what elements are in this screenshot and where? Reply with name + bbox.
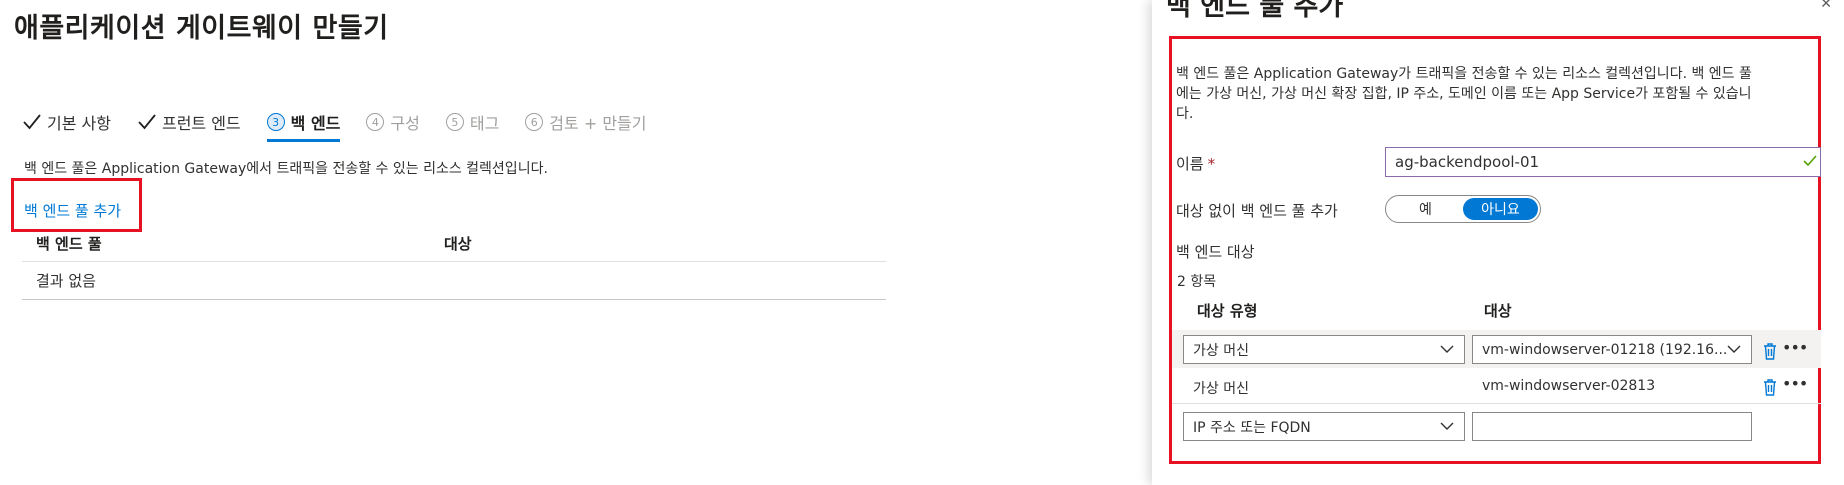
check-icon bbox=[23, 114, 41, 130]
panel-description-line: 백 엔드 풀은 Application Gateway가 트래픽을 전송할 수 … bbox=[1176, 66, 1752, 82]
dropdown-value: 가상 머신 bbox=[1193, 342, 1249, 359]
tab-backend[interactable]: 3 백 엔드 bbox=[266, 108, 341, 142]
table-header: 백 엔드 풀 대상 bbox=[22, 226, 886, 262]
panel-title: 백 엔드 풀 추가 bbox=[1166, 0, 1344, 22]
target-type-dropdown[interactable]: 가상 머신 bbox=[1183, 335, 1465, 364]
backend-targets-title: 백 엔드 대상 bbox=[1176, 243, 1255, 261]
step-number-badge: 3 bbox=[266, 113, 285, 131]
delete-icon[interactable] bbox=[1762, 341, 1778, 361]
tab-basics-label: 기본 사항 bbox=[47, 114, 111, 133]
dropdown-value: vm-windowserver-01218 (192.16... bbox=[1482, 341, 1728, 358]
page-title: 애플리케이션 게이트웨이 만들기 bbox=[14, 13, 389, 44]
no-targets-toggle[interactable]: 예 아니요 bbox=[1385, 195, 1541, 223]
panel-description-line: 다. bbox=[1176, 106, 1194, 122]
tab-backend-label: 백 엔드 bbox=[290, 114, 341, 133]
chevron-down-icon bbox=[1727, 345, 1741, 353]
step-number-badge: 4 bbox=[366, 113, 385, 131]
check-icon bbox=[138, 114, 156, 130]
no-targets-label: 대상 없이 백 엔드 풀 추가 bbox=[1176, 202, 1338, 220]
toggle-option-no[interactable]: 아니요 bbox=[1463, 198, 1538, 220]
backend-pool-table: 백 엔드 풀 대상 결과 없음 bbox=[22, 226, 886, 300]
target-input[interactable] bbox=[1472, 412, 1752, 441]
close-icon[interactable]: ✕ bbox=[1820, 0, 1832, 12]
name-label: 이름 * bbox=[1176, 153, 1215, 174]
backend-description: 백 엔드 풀은 Application Gateway에서 트래픽을 전송할 수… bbox=[24, 161, 548, 177]
required-marker: * bbox=[1207, 155, 1216, 173]
wizard-tabs: 기본 사항 프런트 엔드 3 백 엔드 4 구성 5 태그 6 검토 + 만들기 bbox=[22, 108, 672, 142]
target-dropdown[interactable]: vm-windowserver-01218 (192.16... bbox=[1472, 335, 1752, 364]
tab-basics[interactable]: 기본 사항 bbox=[22, 108, 111, 136]
chevron-down-icon bbox=[1440, 345, 1454, 353]
checkmark-valid-icon bbox=[1803, 155, 1817, 167]
delete-icon[interactable] bbox=[1762, 377, 1778, 397]
column-header-backend-pool: 백 엔드 풀 bbox=[36, 235, 102, 253]
more-options-icon[interactable]: ••• bbox=[1782, 338, 1808, 357]
panel-description: 백 엔드 풀은 Application Gateway가 트래픽을 전송할 수 … bbox=[1176, 64, 1820, 124]
step-number-badge: 5 bbox=[445, 113, 464, 131]
name-label-text: 이름 bbox=[1176, 155, 1204, 173]
toggle-option-yes[interactable]: 예 bbox=[1388, 198, 1463, 220]
app-gateway-create-page: 애플리케이션 게이트웨이 만들기 기본 사항 프런트 엔드 3 백 엔드 4 구… bbox=[0, 0, 1844, 485]
tab-tags-label: 태그 bbox=[469, 114, 500, 133]
items-count: 2 항목 bbox=[1177, 274, 1217, 290]
add-backend-pool-panel: 백 엔드 풀 추가 ✕ 백 엔드 풀은 Application Gateway가… bbox=[1152, 0, 1844, 485]
column-header-target: 대상 bbox=[1484, 302, 1512, 320]
tab-configuration[interactable]: 4 구성 bbox=[366, 108, 420, 136]
dropdown-value: IP 주소 또는 FQDN bbox=[1193, 419, 1311, 436]
target-text: vm-windowserver-02813 bbox=[1482, 378, 1656, 394]
column-header-targets: 대상 bbox=[444, 235, 472, 253]
tab-tags[interactable]: 5 태그 bbox=[445, 108, 500, 136]
target-type-dropdown[interactable]: IP 주소 또는 FQDN bbox=[1183, 412, 1465, 441]
tab-frontend-label: 프런트 엔드 bbox=[161, 114, 241, 133]
step-number-badge: 6 bbox=[525, 113, 544, 131]
more-options-icon[interactable]: ••• bbox=[1782, 374, 1808, 393]
target-type-text: 가상 머신 bbox=[1193, 381, 1249, 397]
add-backend-pool-link[interactable]: 백 엔드 풀 추가 bbox=[24, 200, 121, 221]
tab-review-create-label: 검토 + 만들기 bbox=[549, 114, 647, 133]
column-header-target-type: 대상 유형 bbox=[1197, 302, 1258, 320]
chevron-down-icon bbox=[1440, 422, 1454, 430]
tab-review-create[interactable]: 6 검토 + 만들기 bbox=[525, 108, 646, 136]
tab-configuration-label: 구성 bbox=[390, 114, 420, 133]
tab-frontend[interactable]: 프런트 엔드 bbox=[137, 108, 241, 136]
table-empty-row: 결과 없음 bbox=[22, 262, 886, 300]
panel-description-line: 에는 가상 머신, 가상 머신 확장 집합, IP 주소, 도메인 이름 또는 … bbox=[1176, 86, 1752, 102]
name-input[interactable] bbox=[1385, 147, 1821, 177]
